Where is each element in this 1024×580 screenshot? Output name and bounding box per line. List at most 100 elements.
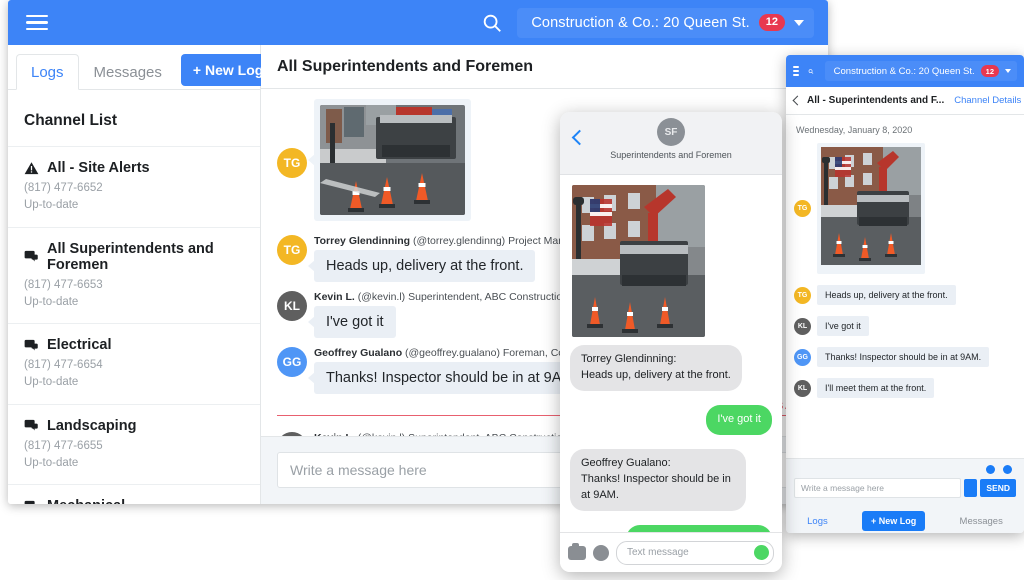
sidebar-tabs: Logs Messages + New Log — [8, 45, 276, 90]
phone-message-row: Torrey Glendinning: Heads up, delivery a… — [566, 345, 772, 405]
chevron-down-icon[interactable] — [794, 19, 804, 26]
chat-icon — [24, 419, 38, 431]
app-store-icon[interactable] — [593, 544, 609, 561]
sidebar-item-electrical[interactable]: Electrical (817) 477-6654 Up-to-date — [8, 323, 260, 404]
message-input[interactable]: Write a message here — [794, 478, 962, 498]
tab-messages[interactable]: Messages — [960, 516, 1003, 527]
sidebar-item-phone: (817) 477-6655 — [24, 439, 103, 452]
sidebar-item-status: Up-to-date — [24, 456, 79, 469]
sidebar-item-status: Up-to-date — [24, 295, 79, 308]
sidebar-item-status: Up-to-date — [24, 199, 79, 212]
composer-action-dots — [794, 465, 1016, 474]
phone-overlay-window: SF Superintendents and Foremen Torrey Gl… — [560, 112, 782, 572]
project-selector[interactable]: Construction & Co.: 20 Queen St. 12 — [824, 61, 1017, 81]
sidebar-item-phone: (817) 477-6653 — [24, 278, 103, 291]
screenshot-root: Construction & Co.: 20 Queen St. 12 Logs… — [0, 0, 1024, 580]
tablet-top-bar: Construction & Co.: 20 Queen St. 12 — [786, 55, 1024, 87]
sidebar-item-label: Landscaping — [47, 417, 137, 434]
channel-name: All - Superintendents and F... — [807, 95, 945, 106]
channel-list-heading: Channel List — [24, 112, 118, 129]
send-icon[interactable] — [754, 545, 769, 560]
project-name: Construction & Co.: 20 Queen St. — [833, 65, 975, 77]
message-bubble: Heads up, delivery at the front. — [307, 250, 536, 282]
sidebar: Logs Messages + New Log Channel List All… — [8, 45, 276, 504]
project-badge-count: 12 — [758, 13, 785, 32]
sidebar-item-phone: (817) 477-6652 — [24, 182, 103, 194]
phone-composer: Text message — [560, 532, 782, 572]
message-bubble: I'll meet them at the front. — [817, 378, 935, 398]
message-row: TG Heads up, delivery at the front. — [794, 285, 1016, 305]
phone-message-list: Torrey Glendinning: Heads up, delivery a… — [560, 175, 782, 542]
avatar: KL — [277, 291, 307, 321]
message-author: Torrey Glendinning — [314, 235, 411, 247]
tab-messages[interactable]: Messages — [79, 54, 177, 90]
tablet-bottom-tabs: Logs + New Log Messages — [786, 503, 1024, 533]
message-row-image: TG — [794, 143, 1016, 274]
tab-logs[interactable]: Logs — [807, 516, 828, 527]
channel-details-link[interactable]: Channel Details — [954, 95, 1021, 106]
chat-header: All Superintendents and Foremen — [261, 45, 828, 89]
tablet-message-list: Wednesday, January 8, 2020 TG TG Heads u… — [786, 115, 1024, 458]
add-attachment-icon[interactable] — [986, 465, 995, 474]
avatar: TG — [277, 235, 307, 265]
tablet-sub-bar: All - Superintendents and F... Channel D… — [786, 87, 1024, 115]
message-bubble-outgoing: I've got it — [706, 404, 776, 435]
phone-message-row: I've got it — [570, 404, 776, 449]
camera-icon[interactable] — [568, 542, 586, 560]
chevron-left-icon[interactable] — [571, 129, 588, 146]
sidebar-item-status: Up-to-date — [24, 376, 79, 389]
new-log-button[interactable]: + New Log — [862, 511, 926, 531]
page-title: All Superintendents and Foremen — [277, 57, 534, 75]
message-bubble-incoming: Torrey Glendinning: Heads up, delivery a… — [566, 345, 742, 391]
message-bubble: Heads up, delivery at the front. — [817, 285, 956, 305]
chat-icon — [24, 250, 38, 262]
phone-message-row: Geoffrey Gualano: Thanks! Inspector shou… — [566, 448, 772, 525]
sidebar-item-all-site-alerts[interactable]: All - Site Alerts (817) 477-6652 Up-to-d… — [8, 146, 260, 227]
sidebar-item-label: Electrical — [47, 337, 112, 353]
message-bubble: I've got it — [817, 316, 869, 336]
search-icon[interactable] — [481, 12, 503, 34]
message-row: GG Thanks! Inspector should be in at 9AM… — [794, 347, 1016, 367]
attachment-icon[interactable] — [964, 479, 978, 497]
hamburger-icon[interactable] — [793, 63, 799, 79]
message-row: KL I'll meet them at the front. — [794, 378, 1016, 398]
conversation-name: Superintendents and Foremen — [610, 150, 732, 160]
message-photo — [320, 105, 465, 215]
message-bubble-incoming: Geoffrey Gualano: Thanks! Inspector shou… — [566, 448, 746, 511]
more-options-icon[interactable] — [1003, 465, 1012, 474]
hamburger-icon[interactable] — [26, 11, 48, 35]
avatar: TG — [794, 200, 811, 217]
sidebar-item-label: All - Site Alerts — [47, 160, 150, 176]
message-photo — [821, 147, 921, 265]
sidebar-item-landscaping[interactable]: Landscaping (817) 477-6655 Up-to-date — [8, 403, 260, 485]
tablet-composer: Write a message here SEND — [786, 458, 1024, 503]
message-bubble: I've got it — [308, 306, 396, 338]
message-photo[interactable] — [572, 185, 705, 337]
channel-list: All - Site Alerts (817) 477-6652 Up-to-d… — [8, 146, 260, 504]
message-author: Kevin L. — [314, 291, 355, 303]
phone-header: SF Superintendents and Foremen — [560, 112, 782, 175]
image-attachment-bubble[interactable] — [817, 143, 925, 274]
alert-triangle-icon — [24, 161, 39, 174]
sidebar-item-label: Mechanical — [47, 498, 125, 504]
text-message-input[interactable]: Text message — [616, 540, 774, 565]
text-message-placeholder: Text message — [627, 547, 689, 558]
sidebar-item-mechanical[interactable]: Mechanical (817) 477-6656 Up-to-date — [8, 484, 260, 504]
top-bar-right-group: Construction & Co.: 20 Queen St. 12 — [481, 0, 814, 45]
project-selector[interactable]: Construction & Co.: 20 Queen St. 12 — [517, 7, 814, 38]
avatar: TG — [794, 286, 811, 304]
search-icon[interactable] — [808, 65, 814, 78]
avatar: TG — [277, 147, 307, 178]
sidebar-item-label: All Superintendents and Foremen — [47, 240, 214, 273]
tab-logs[interactable]: Logs — [16, 54, 79, 90]
sidebar-item-all-superintendents-and-foremen[interactable]: All Superintendents and Foremen (817) 47… — [8, 226, 260, 324]
avatar: KL — [794, 317, 811, 335]
image-attachment-bubble[interactable] — [308, 99, 471, 221]
send-button[interactable]: SEND — [980, 479, 1016, 497]
message-bubble: Thanks! Inspector should be in at 9AM. — [817, 347, 990, 367]
project-name: Construction & Co.: 20 Queen St. — [531, 14, 750, 31]
chevron-left-icon[interactable] — [792, 95, 803, 106]
avatar: KL — [794, 379, 811, 397]
desktop-top-bar: Construction & Co.: 20 Queen St. 12 — [8, 0, 828, 45]
chevron-down-icon[interactable] — [1005, 69, 1011, 73]
